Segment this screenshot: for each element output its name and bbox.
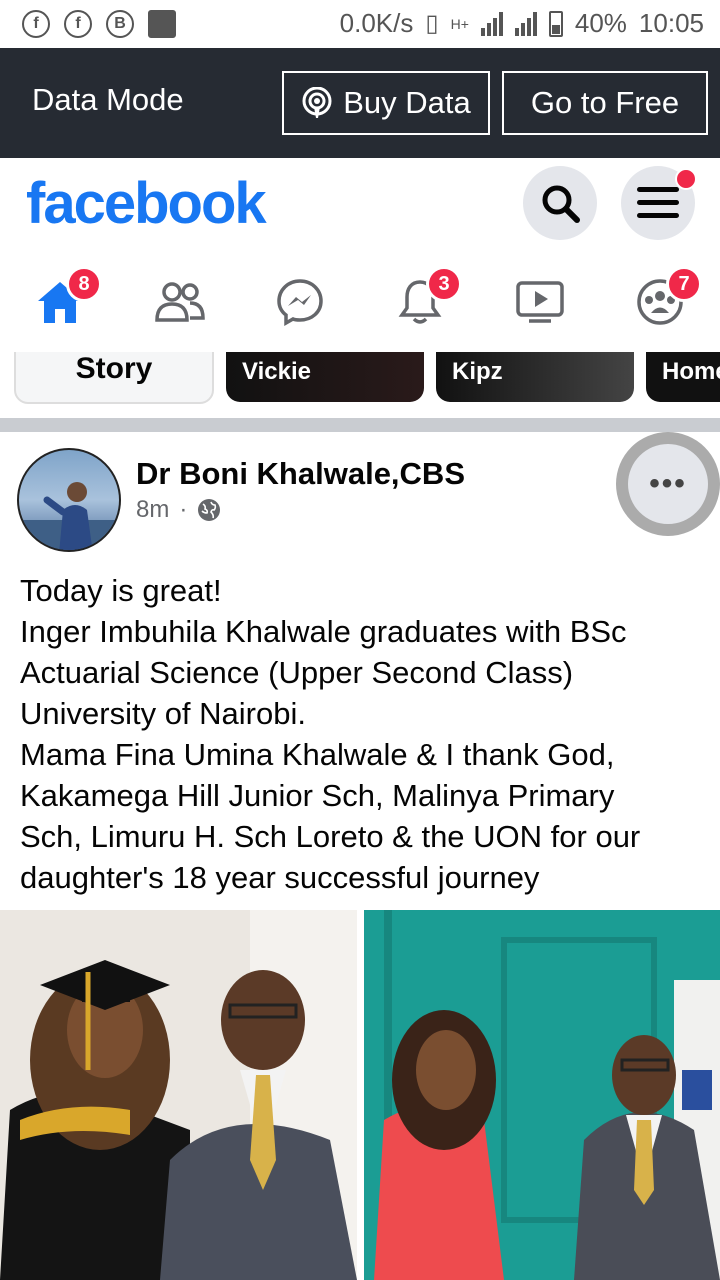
family-photo	[364, 910, 720, 1280]
image-icon	[148, 10, 176, 38]
tab-home[interactable]: 8	[28, 266, 102, 332]
tab-messenger[interactable]	[268, 272, 332, 332]
search-icon	[542, 185, 580, 223]
post-photo[interactable]	[364, 910, 720, 1280]
post-line: daughter's 18 year successful journey	[20, 860, 540, 895]
vibrate-icon: ▯	[425, 10, 439, 37]
graduation-photo	[0, 910, 357, 1280]
stories-tray: Story Vickie Kipz Home	[0, 352, 720, 418]
post-line: Today is great!	[20, 573, 222, 608]
story-card[interactable]: Kipz	[436, 352, 634, 402]
menu-notification-dot	[675, 168, 697, 190]
battery-icon	[548, 10, 563, 37]
post-author[interactable]: Dr Boni Khalwale,CBS	[136, 456, 465, 492]
post-line: University of Nairobi.	[20, 696, 306, 731]
avatar[interactable]	[17, 448, 121, 552]
tab-notifications[interactable]: 3	[388, 266, 462, 332]
data-mode-bar: Data Mode Buy Data Go to Free	[0, 48, 720, 158]
video-icon	[516, 281, 564, 323]
post-body: Today is great! Inger Imbuhila Khalwale …	[20, 570, 710, 898]
hamburger-icon	[637, 187, 679, 218]
create-story-card[interactable]: Story	[14, 352, 214, 404]
app-header: facebook	[0, 158, 720, 252]
post-line: Kakamega Hill Junior Sch, Malinya Primar…	[20, 778, 615, 813]
signal-icon	[480, 11, 503, 36]
author-photo	[19, 482, 119, 550]
groups-badge: 7	[666, 266, 702, 302]
feed-divider	[0, 418, 720, 432]
post-header: Dr Boni Khalwale,CBS 8m · •••	[0, 432, 720, 562]
search-button[interactable]	[523, 166, 597, 240]
story-author: Vickie	[242, 358, 311, 385]
post-options-button[interactable]: •••	[616, 432, 720, 536]
story-author: Kipz	[452, 358, 503, 385]
tab-bar: 8 3 7	[0, 252, 720, 353]
tab-groups[interactable]: 7	[628, 266, 702, 332]
post-line: Actuarial Science (Upper Second Class)	[20, 655, 574, 690]
network-speed: 0.0K/s	[339, 8, 414, 38]
post-line: Inger Imbuhila Khalwale graduates with B…	[20, 614, 627, 649]
broadcast-icon	[302, 87, 332, 118]
post-meta: 8m ·	[136, 496, 221, 524]
buy-data-button[interactable]: Buy Data	[282, 71, 490, 135]
notification-icons: f f B	[22, 10, 176, 38]
status-bar: f f B 0.0K/s ▯ H+ 40% 10:05	[0, 0, 720, 48]
create-story-label: Story	[75, 352, 153, 385]
home-badge: 8	[66, 266, 102, 302]
post-line: Mama Fina Umina Khalwale & I thank God,	[20, 737, 615, 772]
post-line: Sch, Limuru H. Sch Loreto & the UON for …	[20, 819, 641, 854]
data-mode-title: Data Mode	[32, 82, 184, 117]
story-author: Home	[662, 358, 720, 385]
post-time[interactable]: 8m	[136, 496, 169, 524]
facebook-notif-icon: f	[64, 10, 92, 38]
battery-level: 40%	[574, 8, 627, 38]
story-card[interactable]: Vickie	[226, 352, 424, 402]
buy-data-label: Buy Data	[343, 85, 471, 120]
post-photo[interactable]	[0, 910, 357, 1280]
tab-friends[interactable]	[148, 272, 212, 332]
friends-icon	[155, 282, 205, 322]
facebook-notif-icon: f	[22, 10, 50, 38]
tab-watch[interactable]	[508, 272, 572, 332]
network-type: H+	[450, 15, 469, 32]
signal-icon-2	[514, 11, 537, 36]
more-icon: •••	[628, 444, 708, 524]
meta-separator: ·	[179, 496, 188, 523]
menu-button[interactable]	[621, 166, 697, 240]
story-card[interactable]: Home	[646, 352, 720, 402]
clock: 10:05	[638, 8, 704, 38]
go-to-free-button[interactable]: Go to Free	[502, 71, 708, 135]
facebook-logo[interactable]: facebook	[26, 170, 267, 237]
messenger-icon	[277, 279, 323, 326]
globe-icon	[198, 499, 221, 521]
b-app-icon: B	[106, 10, 134, 38]
go-to-free-label: Go to Free	[530, 85, 680, 120]
notifications-badge: 3	[426, 266, 462, 302]
